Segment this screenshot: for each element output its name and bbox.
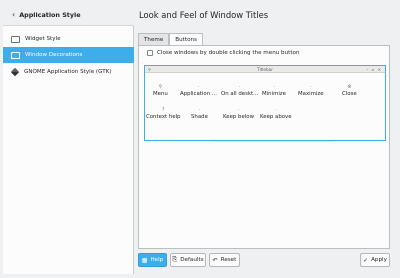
- available-button-application-menu[interactable]: · Application ...: [180, 83, 217, 97]
- shade-icon: ·: [198, 107, 201, 113]
- tab-bar: Theme Buttons: [138, 33, 203, 45]
- on-all-desktops-icon: ·: [238, 84, 241, 90]
- reset-button-label: Reset: [220, 257, 237, 263]
- menu-icon: ⚲: [158, 84, 163, 90]
- buttons-tab-panel: Close windows by double clicking the men…: [138, 45, 390, 249]
- button-label: Keep below: [223, 114, 254, 120]
- context-help-icon: ?: [161, 107, 165, 113]
- available-button-menu[interactable]: ⚲ Menu: [153, 83, 168, 97]
- sidebar-item-widget-style[interactable]: Widget Style: [3, 31, 134, 47]
- available-button-minimize[interactable]: · Minimize: [262, 83, 286, 97]
- button-label: Maximize: [298, 91, 324, 97]
- chevron-left-icon[interactable]: ‹: [12, 10, 15, 19]
- help-button-label: Help: [150, 257, 164, 263]
- system-settings-window: ‹ Application Style Widget Style Window …: [0, 0, 400, 278]
- titlebar-label: Titlebar: [257, 66, 273, 72]
- page-title: Look and Feel of Window Titles: [139, 10, 269, 20]
- button-label: Shade: [191, 114, 208, 120]
- titlebar-buttons-icon[interactable]: – ▫ ×: [366, 67, 382, 72]
- maximize-icon: ·: [309, 84, 312, 90]
- defaults-icon: ⎘: [172, 256, 178, 263]
- button-label: Context help: [146, 114, 181, 120]
- help-button[interactable]: ▦ Help: [138, 253, 167, 267]
- preview-titlebar[interactable]: ⚲ Titlebar – ▫ ×: [145, 66, 385, 73]
- button-label: On all deskt...: [221, 91, 259, 97]
- sidebar-item-label: Window Decorations: [25, 52, 83, 58]
- keep-above-icon: ·: [274, 107, 277, 113]
- sidebar-item-gtk-style[interactable]: GNOME Application Style (GTK): [3, 64, 134, 80]
- close-icon: ⊗: [347, 84, 352, 90]
- help-icon: ▦: [141, 256, 148, 264]
- menu-icon[interactable]: ⚲: [148, 67, 151, 72]
- apply-button[interactable]: ✓ Apply: [360, 253, 390, 267]
- tab-buttons[interactable]: Buttons: [169, 33, 203, 45]
- button-label: Minimize: [262, 91, 286, 97]
- available-button-context-help[interactable]: ? Context help: [146, 106, 180, 120]
- drop-zone-divider: [210, 141, 335, 142]
- tab-theme[interactable]: Theme: [138, 33, 170, 45]
- button-label: Close: [342, 91, 357, 97]
- available-button-keep-below[interactable]: · Keep below: [223, 106, 254, 120]
- sidebar-item-window-decorations[interactable]: Window Decorations: [3, 47, 134, 63]
- window-icon: [11, 35, 20, 43]
- button-label: Keep above: [260, 114, 292, 120]
- sidebar-item-label: GNOME Application Style (GTK): [24, 69, 112, 75]
- available-button-on-all-desktops[interactable]: · On all deskt...: [221, 83, 258, 97]
- sidebar: ‹ Application Style Widget Style Window …: [3, 4, 134, 274]
- keep-below-icon: ·: [237, 107, 240, 113]
- window-icon: [11, 51, 20, 59]
- defaults-button-label: Defaults: [180, 257, 204, 263]
- available-button-keep-above[interactable]: · Keep above: [260, 106, 292, 120]
- sidebar-item-label: Widget Style: [25, 36, 61, 42]
- check-icon: ✓: [363, 256, 369, 264]
- checkbox-label: Close windows by double clicking the men…: [157, 50, 300, 56]
- close-on-double-click-option[interactable]: Close windows by double clicking the men…: [147, 50, 300, 56]
- button-label: Menu: [153, 91, 168, 97]
- button-label: Application ...: [180, 91, 217, 97]
- minimize-icon: ·: [273, 84, 275, 90]
- gtk-icon: [10, 67, 20, 77]
- defaults-button[interactable]: ⎘ Defaults: [170, 253, 206, 267]
- sidebar-header[interactable]: ‹ Application Style: [3, 4, 134, 26]
- available-button-close[interactable]: ⊗ Close: [342, 83, 357, 97]
- close-on-double-click-checkbox[interactable]: [147, 50, 153, 56]
- available-button-shade[interactable]: · Shade: [191, 106, 208, 120]
- application-menu-icon: ·: [197, 84, 200, 90]
- sidebar-title: Application Style: [19, 10, 81, 19]
- titlebar-preview: ⚲ Titlebar – ▫ × ⚲ Menu · Application ..…: [144, 65, 386, 142]
- apply-button-label: Apply: [371, 257, 387, 263]
- available-button-maximize[interactable]: · Maximize: [298, 83, 324, 97]
- reset-icon: ↶: [212, 256, 218, 264]
- reset-button[interactable]: ↶ Reset: [209, 253, 240, 267]
